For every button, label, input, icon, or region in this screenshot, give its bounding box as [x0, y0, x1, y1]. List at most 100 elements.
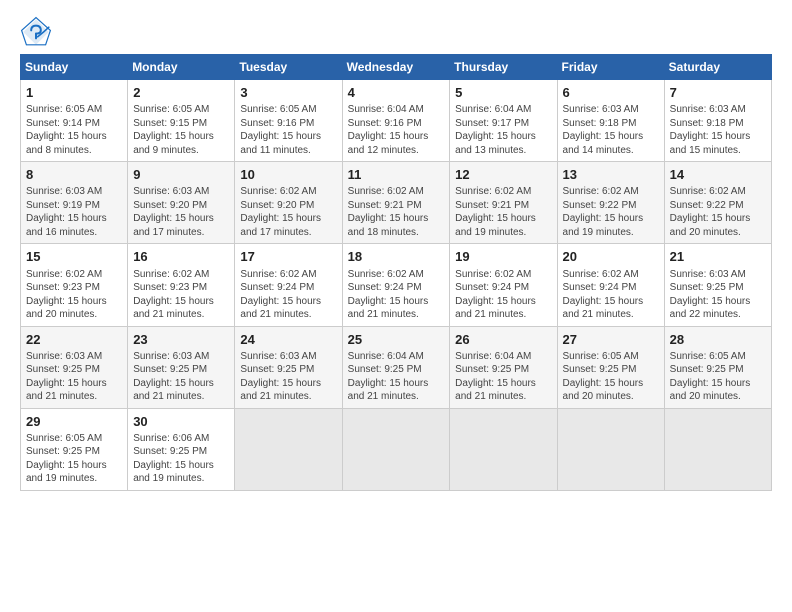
day-number: 29 — [26, 413, 122, 431]
calendar-cell: 9Sunrise: 6:03 AM Sunset: 9:20 PM Daylig… — [128, 162, 235, 244]
day-info: Sunrise: 6:04 AM Sunset: 9:25 PM Dayligh… — [348, 350, 445, 404]
calendar-cell: 17 Sunrise: 6:02 AM Sunset: 9:24 PM Dayli… — [235, 244, 342, 326]
day-number: 9 — [133, 166, 229, 184]
calendar-cell: 11Sunrise: 6:02 AM Sunset: 9:21 PM Dayli… — [342, 162, 450, 244]
day-info: Sunrise: 6:02 AM Sunset: 9:24 PM Dayligh… — [563, 268, 659, 322]
day-number: 8 — [26, 166, 122, 184]
calendar-cell: 4Sunrise: 6:04 AM Sunset: 9:16 PM Daylig… — [342, 80, 450, 162]
calendar-cell: 7Sunrise: 6:03 AM Sunset: 9:18 PM Daylig… — [664, 80, 771, 162]
col-sunday: Sunday — [21, 55, 128, 80]
calendar-cell: 15Sunrise: 6:02 AM Sunset: 9:23 PM Dayli… — [21, 244, 128, 326]
day-number: 30 — [133, 413, 229, 431]
calendar-cell: 16 Sunrise: 6:02 AM Sunset: 9:23 PM Dayli… — [128, 244, 235, 326]
day-number: 13 — [563, 166, 659, 184]
calendar-cell: 26Sunrise: 6:04 AM Sunset: 9:25 PM Dayli… — [450, 326, 557, 408]
day-info: Sunrise: 6:02 AM Sunset: 9:24 PM Dayligh… — [348, 268, 445, 322]
calendar-cell: 3Sunrise: 6:05 AM Sunset: 9:16 PM Daylig… — [235, 80, 342, 162]
day-info: Sunrise: 6:03 AM Sunset: 9:19 PM Dayligh… — [26, 185, 122, 239]
day-number: 11 — [348, 166, 445, 184]
day-info: Sunrise: 6:02 AM Sunset: 9:22 PM Dayligh… — [563, 185, 659, 239]
day-info: Sunrise: 6:03 AM Sunset: 9:25 PM Dayligh… — [240, 350, 336, 404]
day-info: Sunrise: 6:04 AM Sunset: 9:25 PM Dayligh… — [455, 350, 551, 404]
day-number: 16 — [133, 248, 229, 266]
day-info: Sunrise: 6:05 AM Sunset: 9:14 PM Dayligh… — [26, 103, 122, 157]
logo-icon — [20, 16, 52, 48]
day-number: 3 — [240, 84, 336, 102]
calendar-cell: 20 Sunrise: 6:02 AM Sunset: 9:24 PM Dayli… — [557, 244, 664, 326]
calendar-cell: 30Sunrise: 6:06 AM Sunset: 9:25 PM Dayli… — [128, 408, 235, 490]
day-info: Sunrise: 6:05 AM Sunset: 9:25 PM Dayligh… — [670, 350, 766, 404]
calendar-cell: 23Sunrise: 6:03 AM Sunset: 9:25 PM Dayli… — [128, 326, 235, 408]
day-info: Sunrise: 6:02 AM Sunset: 9:22 PM Dayligh… — [670, 185, 766, 239]
calendar-cell: 19Sunrise: 6:02 AM Sunset: 9:24 PM Dayli… — [450, 244, 557, 326]
calendar-cell — [557, 408, 664, 490]
calendar-cell: 25Sunrise: 6:04 AM Sunset: 9:25 PM Dayli… — [342, 326, 450, 408]
calendar-cell — [342, 408, 450, 490]
calendar-cell: 12Sunrise: 6:02 AM Sunset: 9:21 PM Dayli… — [450, 162, 557, 244]
day-number: 14 — [670, 166, 766, 184]
day-info: Sunrise: 6:04 AM Sunset: 9:17 PM Dayligh… — [455, 103, 551, 157]
calendar-cell: 6Sunrise: 6:03 AM Sunset: 9:18 PM Daylig… — [557, 80, 664, 162]
day-info: Sunrise: 6:03 AM Sunset: 9:18 PM Dayligh… — [670, 103, 766, 157]
day-info: Sunrise: 6:06 AM Sunset: 9:25 PM Dayligh… — [133, 432, 229, 486]
day-info: Sunrise: 6:03 AM Sunset: 9:25 PM Dayligh… — [26, 350, 122, 404]
col-friday: Friday — [557, 55, 664, 80]
calendar-cell: 13Sunrise: 6:02 AM Sunset: 9:22 PM Dayli… — [557, 162, 664, 244]
calendar-cell: 24Sunrise: 6:03 AM Sunset: 9:25 PM Dayli… — [235, 326, 342, 408]
day-number: 4 — [348, 84, 445, 102]
day-number: 10 — [240, 166, 336, 184]
col-thursday: Thursday — [450, 55, 557, 80]
day-number: 7 — [670, 84, 766, 102]
calendar-cell: 10Sunrise: 6:02 AM Sunset: 9:20 PM Dayli… — [235, 162, 342, 244]
calendar-cell — [235, 408, 342, 490]
day-number: 2 — [133, 84, 229, 102]
calendar-cell: 2Sunrise: 6:05 AM Sunset: 9:15 PM Daylig… — [128, 80, 235, 162]
calendar-week-row: 15Sunrise: 6:02 AM Sunset: 9:23 PM Dayli… — [21, 244, 772, 326]
col-saturday: Saturday — [664, 55, 771, 80]
day-number: 22 — [26, 331, 122, 349]
day-number: 17 — [240, 248, 336, 266]
day-number: 26 — [455, 331, 551, 349]
day-info: Sunrise: 6:02 AM Sunset: 9:23 PM Dayligh… — [133, 268, 229, 322]
calendar-cell — [664, 408, 771, 490]
calendar-cell: 8Sunrise: 6:03 AM Sunset: 9:19 PM Daylig… — [21, 162, 128, 244]
calendar-cell: 27Sunrise: 6:05 AM Sunset: 9:25 PM Dayli… — [557, 326, 664, 408]
day-number: 1 — [26, 84, 122, 102]
col-wednesday: Wednesday — [342, 55, 450, 80]
day-info: Sunrise: 6:05 AM Sunset: 9:25 PM Dayligh… — [26, 432, 122, 486]
day-info: Sunrise: 6:02 AM Sunset: 9:24 PM Dayligh… — [240, 268, 336, 322]
logo — [20, 16, 56, 48]
calendar-week-row: 22Sunrise: 6:03 AM Sunset: 9:25 PM Dayli… — [21, 326, 772, 408]
day-info: Sunrise: 6:03 AM Sunset: 9:18 PM Dayligh… — [563, 103, 659, 157]
day-number: 19 — [455, 248, 551, 266]
header — [20, 16, 772, 48]
day-info: Sunrise: 6:03 AM Sunset: 9:25 PM Dayligh… — [133, 350, 229, 404]
calendar-cell: 18 Sunrise: 6:02 AM Sunset: 9:24 PM Dayli… — [342, 244, 450, 326]
calendar-cell: 22Sunrise: 6:03 AM Sunset: 9:25 PM Dayli… — [21, 326, 128, 408]
day-number: 21 — [670, 248, 766, 266]
day-number: 5 — [455, 84, 551, 102]
day-number: 6 — [563, 84, 659, 102]
day-info: Sunrise: 6:02 AM Sunset: 9:21 PM Dayligh… — [455, 185, 551, 239]
day-number: 25 — [348, 331, 445, 349]
day-info: Sunrise: 6:02 AM Sunset: 9:20 PM Dayligh… — [240, 185, 336, 239]
day-info: Sunrise: 6:02 AM Sunset: 9:23 PM Dayligh… — [26, 268, 122, 322]
day-info: Sunrise: 6:03 AM Sunset: 9:20 PM Dayligh… — [133, 185, 229, 239]
calendar-cell: 29Sunrise: 6:05 AM Sunset: 9:25 PM Dayli… — [21, 408, 128, 490]
day-number: 28 — [670, 331, 766, 349]
day-info: Sunrise: 6:05 AM Sunset: 9:16 PM Dayligh… — [240, 103, 336, 157]
day-number: 12 — [455, 166, 551, 184]
day-number: 20 — [563, 248, 659, 266]
day-number: 18 — [348, 248, 445, 266]
calendar-week-row: 29Sunrise: 6:05 AM Sunset: 9:25 PM Dayli… — [21, 408, 772, 490]
day-number: 23 — [133, 331, 229, 349]
calendar-week-row: 1Sunrise: 6:05 AM Sunset: 9:14 PM Daylig… — [21, 80, 772, 162]
day-number: 24 — [240, 331, 336, 349]
calendar-table: Sunday Monday Tuesday Wednesday Thursday… — [20, 54, 772, 491]
calendar-cell: 1Sunrise: 6:05 AM Sunset: 9:14 PM Daylig… — [21, 80, 128, 162]
calendar-header-row: Sunday Monday Tuesday Wednesday Thursday… — [21, 55, 772, 80]
calendar-cell — [450, 408, 557, 490]
day-info: Sunrise: 6:03 AM Sunset: 9:25 PM Dayligh… — [670, 268, 766, 322]
main-container: Sunday Monday Tuesday Wednesday Thursday… — [0, 0, 792, 501]
calendar-cell: 5Sunrise: 6:04 AM Sunset: 9:17 PM Daylig… — [450, 80, 557, 162]
